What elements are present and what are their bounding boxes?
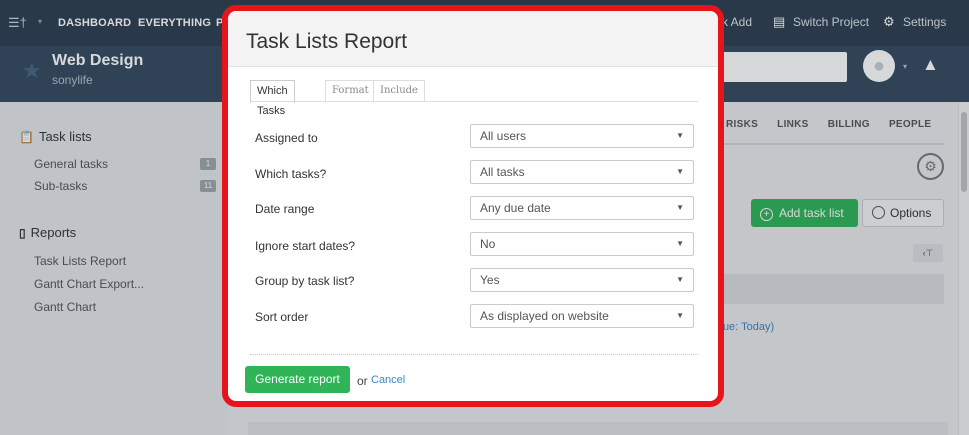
tab-which-tasks[interactable]: Which Tasks [250,80,295,117]
date-range-label: Date range [255,202,315,216]
ignore-start-dates-label: Ignore start dates? [255,239,356,253]
group-by-task-list-select[interactable]: Yes ▼ [470,268,694,292]
cancel-link[interactable]: Cancel [371,374,405,386]
group-by-task-list-label: Group by task list? [255,274,355,288]
dialog-header: Task Lists Report [228,11,718,67]
dialog-footer-divider [250,354,698,355]
generate-report-button[interactable]: Generate report [245,366,350,393]
which-tasks-select[interactable]: All tasks ▼ [470,160,694,184]
tab-format[interactable]: Format [325,80,376,102]
chevron-down-icon: ▼ [676,167,684,176]
chevron-down-icon: ▼ [676,203,684,212]
which-tasks-label: Which tasks? [255,167,327,181]
assigned-to-label: Assigned to [255,131,318,145]
chevron-down-icon: ▼ [676,275,684,284]
sort-order-label: Sort order [255,310,309,324]
chevron-down-icon: ▼ [676,131,684,140]
ignore-start-dates-select[interactable]: No ▼ [470,232,694,256]
date-range-select[interactable]: Any due date ▼ [470,196,694,220]
dialog-title: Task Lists Report [246,30,408,53]
tabs-divider [250,101,698,102]
or-text: or [357,374,368,388]
task-lists-report-dialog: Task Lists Report Which Tasks Format Inc… [222,5,724,407]
tab-include[interactable]: Include [373,80,425,102]
sort-order-select[interactable]: As displayed on website ▼ [470,304,694,328]
assigned-to-select[interactable]: All users ▼ [470,124,694,148]
chevron-down-icon: ▼ [676,239,684,248]
chevron-down-icon: ▼ [676,311,684,320]
